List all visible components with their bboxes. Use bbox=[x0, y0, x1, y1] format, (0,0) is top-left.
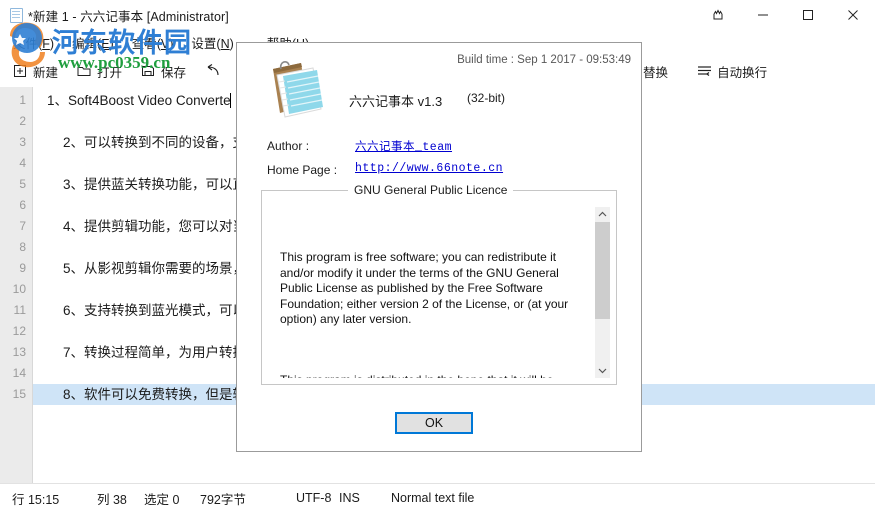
line-number: 11 bbox=[13, 303, 26, 317]
toolbar-replace-label: 替换 bbox=[643, 65, 669, 80]
line-number: 14 bbox=[12, 366, 26, 380]
text-line-content: 7、转换过程简单，为用户转换 bbox=[63, 345, 247, 360]
status-column: 列 38 bbox=[97, 492, 127, 507]
status-bytes: 792字节 bbox=[200, 492, 246, 507]
toolbar-save-label: 保存 bbox=[161, 65, 187, 80]
about-bitness: (32-bit) bbox=[467, 91, 506, 105]
text-line-content: 4、提供剪辑功能，您可以对当 bbox=[63, 219, 247, 234]
line-number: 9 bbox=[19, 261, 26, 275]
about-homepage-label: Home Page : bbox=[267, 163, 338, 177]
toolbar-new-button[interactable]: 新建 bbox=[10, 60, 68, 83]
document-icon bbox=[8, 7, 24, 23]
menu-label-file: 文件 bbox=[13, 37, 39, 51]
line-number-gutter: 1 2 3 4 5 6 7 8 9 10 11 12 13 14 15 bbox=[0, 87, 33, 483]
about-author-link[interactable]: 六六记事本_team bbox=[355, 138, 452, 154]
license-paragraph: This program is free software; you can r… bbox=[280, 250, 572, 326]
line-number: 6 bbox=[19, 198, 26, 212]
text-caret bbox=[229, 93, 231, 108]
about-product-name: 六六记事本 v1.3 bbox=[349, 94, 443, 109]
text-line-content: 6、支持转换到蓝光模式，可以 bbox=[63, 303, 247, 318]
line-number: 2 bbox=[19, 114, 26, 128]
menu-label-view: 查看 bbox=[131, 37, 157, 51]
line-number: 10 bbox=[12, 282, 26, 296]
line-number: 13 bbox=[12, 345, 26, 359]
text-line-content: 2、可以转换到不同的设备，支 bbox=[63, 135, 247, 150]
title-bar: *新建 1 - 六六记事本 [Administrator] bbox=[0, 0, 875, 30]
line-number: 5 bbox=[19, 177, 26, 191]
line-number: 8 bbox=[19, 240, 26, 254]
toolbar-word-wrap-button[interactable]: 自动换行 bbox=[694, 60, 777, 83]
menu-mnemonic-file: F bbox=[42, 37, 50, 51]
menu-label-edit: 编辑 bbox=[72, 37, 98, 51]
license-group-box: GNU General Public Licence This program … bbox=[261, 183, 617, 385]
ok-button[interactable]: OK bbox=[395, 412, 473, 434]
scroll-up-icon[interactable] bbox=[595, 207, 610, 222]
license-text-content: This program is free software; you can r… bbox=[268, 207, 595, 378]
line-number: 4 bbox=[19, 156, 26, 170]
line-number: 15 bbox=[12, 387, 26, 401]
line-number: 7 bbox=[19, 219, 26, 233]
toolbar-open-label: 打开 bbox=[97, 65, 123, 80]
status-row: 行 15:15 bbox=[12, 492, 60, 507]
undo-arrow-icon bbox=[204, 63, 220, 79]
text-line-content: 1、Soft4Boost Video Converte bbox=[47, 93, 231, 108]
line-number: 1 bbox=[19, 93, 26, 107]
toolbar-undo-button[interactable] bbox=[202, 61, 235, 81]
toolbar-replace-button[interactable]: 替换 bbox=[641, 60, 678, 83]
line-number: 3 bbox=[19, 135, 26, 149]
status-insert-mode: INS bbox=[339, 491, 360, 505]
toolbar-open-button[interactable]: 打开 bbox=[74, 60, 132, 83]
menu-mnemonic-view: V bbox=[160, 37, 170, 51]
toolbar-new-label: 新建 bbox=[33, 65, 59, 80]
license-paragraph: This program is distributed in the hope … bbox=[280, 373, 589, 379]
status-encoding: UTF-8 bbox=[296, 491, 332, 505]
text-line-content: 3、提供蓝关转换功能，可以直 bbox=[63, 177, 247, 192]
license-group-title: GNU General Public Licence bbox=[348, 183, 514, 197]
text-line-content: 5、从影视剪辑你需要的场景， bbox=[63, 261, 247, 276]
status-file-type: Normal text file bbox=[391, 491, 475, 505]
license-textbox[interactable]: This program is free software; you can r… bbox=[268, 207, 610, 378]
about-homepage-link[interactable]: http://www.66note.cn bbox=[355, 162, 503, 175]
word-wrap-icon bbox=[696, 63, 712, 79]
menu-item-edit[interactable]: 编辑(E) bbox=[67, 31, 127, 54]
save-floppy-icon bbox=[140, 63, 156, 79]
status-bar: 行 15:15 列 38 选定 0 792字节 UTF-8 INS Normal… bbox=[0, 483, 875, 512]
pin-icon[interactable] bbox=[695, 0, 740, 30]
about-build-time: Build time : Sep 1 2017 - 09:53:49 bbox=[457, 54, 631, 66]
line-number: 12 bbox=[12, 324, 26, 338]
maximize-icon[interactable] bbox=[785, 0, 830, 30]
open-folder-icon bbox=[76, 63, 92, 79]
new-file-icon bbox=[12, 63, 28, 79]
menu-mnemonic-settings: N bbox=[220, 37, 230, 51]
text-line-content: 8、软件可以免费转换，但是转 bbox=[63, 387, 247, 402]
menu-label-settings: 设置 bbox=[191, 37, 217, 51]
menu-item-view[interactable]: 查看(V) bbox=[127, 31, 187, 54]
license-scrollbar-track[interactable] bbox=[595, 222, 610, 363]
about-dialog: Build time : Sep 1 2017 - 09:53:49 六六记事本… bbox=[236, 42, 642, 452]
close-icon[interactable] bbox=[830, 0, 875, 30]
license-scrollbar-thumb[interactable] bbox=[595, 222, 610, 319]
scroll-down-icon[interactable] bbox=[595, 363, 610, 378]
menu-mnemonic-edit: E bbox=[101, 37, 110, 51]
window-title: *新建 1 - 六六记事本 [Administrator] bbox=[28, 9, 229, 24]
minimize-icon[interactable] bbox=[740, 0, 785, 30]
status-selection: 选定 0 bbox=[144, 492, 180, 507]
toolbar-word-wrap-label: 自动换行 bbox=[717, 65, 768, 80]
menu-item-file[interactable]: 文件(F) bbox=[8, 31, 67, 54]
toolbar-save-button[interactable]: 保存 bbox=[138, 60, 196, 83]
about-author-label: Author : bbox=[267, 139, 310, 153]
license-scrollbar[interactable] bbox=[595, 207, 610, 378]
notepad-icon bbox=[261, 57, 333, 123]
